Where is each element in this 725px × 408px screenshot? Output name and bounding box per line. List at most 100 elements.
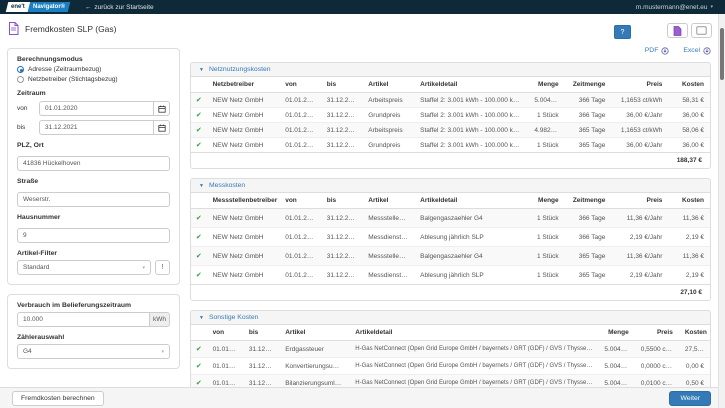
column-header: Artikeldetail [414, 77, 528, 93]
radio-netzbetreiber[interactable]: Netzbetreiber (Stichtagsbezug) [17, 76, 170, 83]
consumption-panel: Verbrauch im Belieferungszeitraum kWh Zä… [7, 294, 180, 369]
radio-netzbetreiber-label: Netzbetreiber (Stichtagsbezug) [28, 76, 118, 83]
collapse-triangle-icon: ▼ [199, 315, 204, 321]
table-cell: 31.12.2021 [321, 138, 363, 153]
table-cell: 31.12.2020 [243, 358, 279, 375]
artikel-filter-value: Standard [23, 264, 49, 271]
table-cell: Messstellenbetrieb [362, 247, 414, 266]
table-cell: 01.01.2020 [279, 93, 321, 108]
excel-export-link[interactable]: Excel [683, 47, 711, 55]
table-cell: 5.004 kWh [528, 93, 564, 108]
screen-view-button[interactable] [691, 23, 712, 38]
vertical-scrollbar[interactable] [718, 14, 725, 408]
artikel-filter-select[interactable]: Standard ▾ [17, 260, 151, 275]
table-cell: 1 Stück [528, 266, 564, 285]
column-header: Netzbetreiber [207, 77, 280, 93]
column-header: Menge [598, 325, 634, 341]
pdf-export-link[interactable]: PDF [645, 47, 670, 55]
strasse-input[interactable] [17, 192, 170, 207]
check-icon: ✔ [191, 138, 207, 153]
brand-logo[interactable]: ene't Navigator® [6, 2, 70, 12]
card-icon [696, 26, 707, 35]
table-cell: Ablesung jährlich SLP [414, 266, 528, 285]
app-window: ene't Navigator® ← zurück zur Startseite… [0, 0, 725, 408]
table-row: ✔01.01.202031.12.2020Konvertierungsumlag… [191, 358, 710, 375]
date-from-input[interactable] [39, 101, 154, 116]
table-cell: Balgengaszaehler G4 [414, 209, 528, 228]
table-cell: 36,00 €/Jahr [611, 138, 668, 153]
column-header: Zeitmenge [565, 77, 612, 93]
user-account-menu[interactable]: m.mustermann@enet.eu ▾ [636, 4, 713, 11]
calendar-icon [158, 105, 166, 113]
calendar-button-from[interactable] [154, 101, 170, 116]
table-row: ✔NEW Netz GmbH01.01.202131.12.2021Arbeit… [191, 123, 710, 138]
artikel-filter-label: Artikel-Filter [17, 250, 170, 257]
table-cell: 31.12.2020 [243, 341, 279, 358]
scrollbar-thumb[interactable] [720, 28, 724, 80]
table-row: ✔01.01.202031.12.2020Bilanzierungsumlage… [191, 375, 710, 388]
date-to-input[interactable] [39, 120, 154, 135]
table-cell: 27,52 € [679, 341, 710, 358]
check-column-header [191, 325, 207, 341]
table-cell: 01.01.2020 [207, 341, 243, 358]
table-cell: H-Gas NetConnect (Open Grid Europe GmbH … [349, 341, 598, 358]
table-cell: 01.01.2020 [279, 108, 321, 123]
report-view-button[interactable] [667, 23, 688, 38]
radio-selected-icon [17, 66, 24, 73]
table-cell: 5.004 kWh [598, 358, 634, 375]
chevron-down-icon: ▾ [161, 349, 164, 355]
chevron-down-icon: ▾ [142, 265, 145, 271]
table-cell: Grundpreis [362, 108, 414, 123]
netznutzungskosten-header[interactable]: ▼ Netznutzungskosten [191, 63, 710, 77]
check-column-header [191, 77, 207, 93]
calendar-button-to[interactable] [154, 120, 170, 135]
table-cell: 2,19 €/Jahr [611, 228, 668, 247]
verbrauch-input[interactable] [17, 312, 150, 327]
table-cell: Arbeitspreis [362, 123, 414, 138]
weiter-button[interactable]: Weiter [669, 391, 711, 406]
messkosten-header[interactable]: ▼ Messkosten [191, 179, 710, 193]
file-icon [673, 26, 682, 36]
table-cell: NEW Netz GmbH [207, 209, 280, 228]
zaehlerauswahl-select[interactable]: G4 ▾ [17, 344, 170, 359]
parameter-sidebar: Berechnungsmodus Adresse (Zeitraumbezug)… [7, 48, 180, 378]
table-cell: 0,00 € [679, 358, 710, 375]
download-icon [661, 47, 669, 55]
table-cell: 01.01.2020 [207, 375, 243, 388]
table-cell: Messdienstleistung [362, 228, 414, 247]
table-cell: H-Gas NetConnect (Open Grid Europe GmbH … [349, 358, 598, 375]
plz-ort-input[interactable] [17, 156, 170, 171]
table-cell: 01.01.2020 [279, 228, 321, 247]
hausnummer-input[interactable] [17, 228, 170, 243]
table-total: 27,10 € [191, 285, 710, 301]
radio-adresse[interactable]: Adresse (Zeitraumbezug) [17, 66, 170, 73]
table-cell: Arbeitspreis [362, 93, 414, 108]
table-row: ✔NEW Netz GmbH01.01.202131.12.2021Messst… [191, 247, 710, 266]
table-cell: 1,1653 ct/kWh [611, 123, 668, 138]
table-cell: 1 Stück [528, 209, 564, 228]
radio-unselected-icon [17, 76, 24, 83]
table-cell: NEW Netz GmbH [207, 93, 280, 108]
filter-action-button[interactable]: ! [155, 260, 170, 275]
table-row: ✔NEW Netz GmbH01.01.202031.12.2020Arbeit… [191, 93, 710, 108]
check-icon: ✔ [191, 266, 207, 285]
check-icon: ✔ [191, 375, 207, 388]
sonstige-kosten-table: vonbisArtikelArtikeldetailMengePreisKost… [191, 325, 710, 387]
address-panel: Berechnungsmodus Adresse (Zeitraumbezug)… [7, 48, 180, 285]
table-row: ✔NEW Netz GmbH01.01.202131.12.2021Messdi… [191, 266, 710, 285]
table-row: ✔NEW Netz GmbH01.01.202031.12.2020Messst… [191, 209, 710, 228]
calendar-icon [158, 124, 166, 132]
table-cell: 31.12.2021 [321, 123, 363, 138]
table-cell: 31.12.2020 [321, 209, 363, 228]
help-button[interactable]: ? [614, 25, 631, 39]
table-cell: Staffel 2: 3.001 kWh - 100.000 kWh [414, 123, 528, 138]
zaehlerauswahl-value: G4 [23, 348, 32, 355]
table-cell: 1 Stück [528, 228, 564, 247]
table-row: ✔01.01.202031.12.2020ErdgassteuerH-Gas N… [191, 341, 710, 358]
table-cell: 31.12.2020 [321, 228, 363, 247]
back-to-start-link[interactable]: ← zurück zur Startseite [85, 4, 154, 11]
calculate-button[interactable]: Fremdkosten berechnen [12, 391, 104, 406]
column-header: Zeitmenge [565, 193, 612, 209]
sonstige-kosten-header[interactable]: ▼ Sonstige Kosten [191, 311, 710, 325]
table-cell: 0,0000 ct/kWh [635, 358, 679, 375]
